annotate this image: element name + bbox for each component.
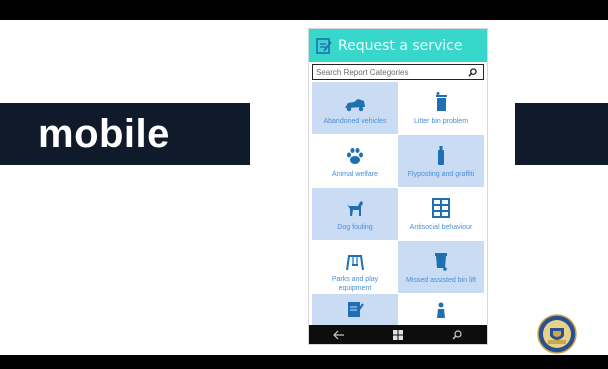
tile-label: Missed assisted bin lift [405, 277, 477, 284]
slide-banner-right [515, 103, 608, 165]
tile-dog-fouling[interactable]: Dog fouling [312, 188, 398, 240]
tile-label: Animal welfare [332, 171, 378, 178]
tile-label: Dog fouling [337, 224, 373, 231]
app-header: Request a service [309, 29, 487, 62]
tile-flyposting-graffiti[interactable]: Flyposting and graffiti [398, 135, 484, 187]
windows-icon[interactable] [388, 327, 408, 343]
phone-nav-bar [309, 325, 487, 344]
clipboard-icon [314, 36, 334, 56]
council-crest-logo [537, 314, 577, 354]
dog-icon [345, 198, 365, 218]
tile-label: Flyposting and graffiti [407, 171, 475, 178]
search-input[interactable] [313, 66, 464, 78]
wheelie-bin-icon [434, 251, 448, 271]
phone-screen: Request a service Abandoned vehicles [308, 28, 488, 345]
spray-can-icon [436, 145, 446, 165]
paw-icon [345, 145, 365, 165]
tile-parks-play[interactable]: Parks and play equipment [312, 241, 398, 293]
tile-label: Abandoned vehicles [323, 118, 387, 125]
tile-label: Parks and play equipment [331, 276, 379, 292]
person-icon [434, 298, 448, 318]
building-icon [432, 198, 450, 218]
category-grid: Abandoned vehicles Litter bin problem An… [312, 82, 484, 344]
tile-label: Antisocial behaviour [409, 224, 473, 231]
tile-animal-welfare[interactable]: Animal welfare [312, 135, 398, 187]
search-icon[interactable] [466, 66, 478, 78]
notepad-icon [346, 298, 364, 318]
bottom-border [0, 355, 608, 369]
tile-antisocial-behaviour[interactable]: Antisocial behaviour [398, 188, 484, 240]
litter-bin-icon [434, 92, 448, 112]
search-box[interactable] [312, 64, 484, 80]
back-arrow-icon[interactable] [329, 327, 349, 343]
tile-abandoned-vehicles[interactable]: Abandoned vehicles [312, 82, 398, 134]
tile-litter-bin[interactable]: Litter bin problem [398, 82, 484, 134]
slide-title: mobile [38, 111, 170, 156]
tile-label: Litter bin problem [413, 118, 469, 125]
slide-banner-left: mobile [0, 103, 250, 165]
tile-missed-bin-lift[interactable]: Missed assisted bin lift [398, 241, 484, 293]
top-border [0, 0, 608, 20]
swing-icon [345, 251, 365, 270]
app-title: Request a service [338, 37, 463, 54]
search-icon[interactable] [447, 327, 467, 343]
car-icon [343, 92, 367, 112]
